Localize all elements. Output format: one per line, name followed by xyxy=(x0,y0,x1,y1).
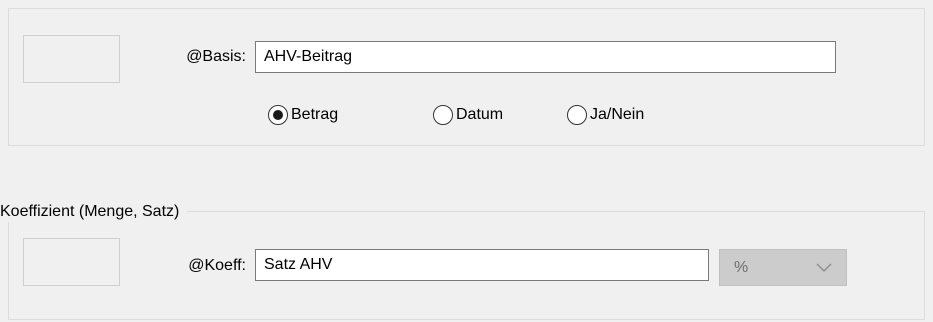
radio-betrag-label: Betrag xyxy=(291,106,339,123)
radio-unselected-icon xyxy=(433,105,453,125)
koeff-input[interactable]: Satz AHV xyxy=(255,249,709,281)
radio-betrag[interactable]: Betrag xyxy=(268,104,338,126)
basis-color-swatch[interactable] xyxy=(23,35,120,83)
radio-ja-nein-label: Ja/Nein xyxy=(590,106,645,123)
radio-selected-icon xyxy=(268,105,288,125)
koeff-label: @Koeff: xyxy=(188,257,246,274)
radio-datum-label: Datum xyxy=(456,106,504,123)
unit-select-value: % xyxy=(734,258,749,276)
koeff-group-title: Koeffizient (Menge, Satz) xyxy=(0,202,188,222)
chevron-down-icon xyxy=(816,263,832,272)
radio-ja-nein[interactable]: Ja/Nein xyxy=(567,104,644,126)
basis-label: @Basis: xyxy=(186,48,246,65)
unit-select[interactable]: % xyxy=(719,249,847,286)
radio-unselected-icon xyxy=(567,105,587,125)
basis-input[interactable]: AHV-Beitrag xyxy=(255,41,836,73)
radio-datum[interactable]: Datum xyxy=(433,104,503,126)
koeff-color-swatch[interactable] xyxy=(23,238,120,286)
